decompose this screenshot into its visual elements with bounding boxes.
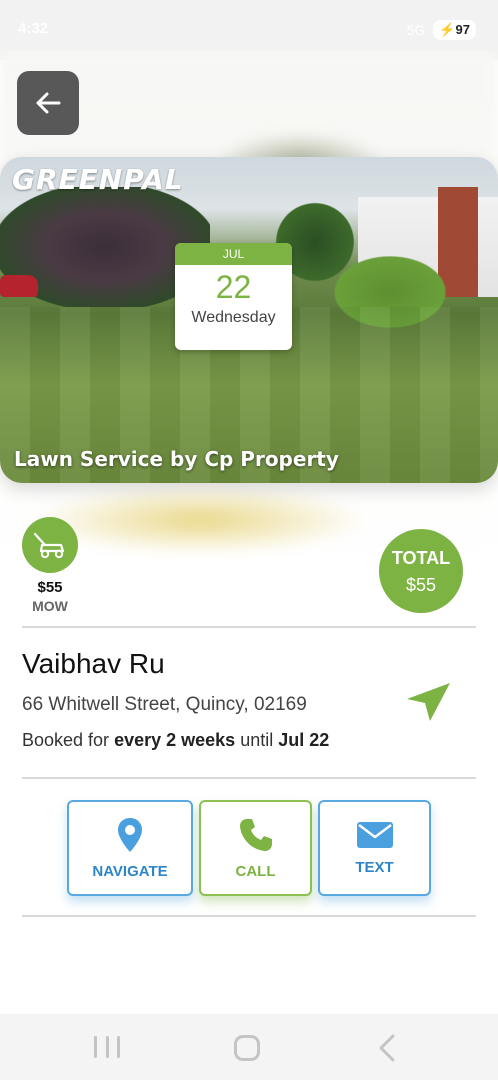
greenpal-logo: GREENPAL <box>12 163 184 196</box>
call-button[interactable]: CALL <box>199 800 312 896</box>
divider <box>22 915 476 917</box>
navigate-label: NAVIGATE <box>92 862 168 880</box>
customer-name: Vaibhav Ru <box>22 648 165 679</box>
back-button[interactable] <box>17 71 79 135</box>
screen: 4:32 5G ⚡97 GREENPAL JUL 22 Wednesday La… <box>0 0 498 1080</box>
recents-icon[interactable] <box>94 1036 120 1058</box>
date-card: JUL 22 Wednesday <box>175 243 292 350</box>
divider <box>22 626 476 628</box>
text-button[interactable]: TEXT <box>318 800 431 896</box>
lawn-mower-icon <box>22 517 78 573</box>
service-caption: Lawn Service by Cp Property <box>14 447 339 471</box>
battery-indicator: ⚡97 <box>433 20 476 40</box>
map-pin-icon <box>118 817 142 852</box>
service-photo-card: GREENPAL JUL 22 Wednesday Lawn Service b… <box>0 157 498 483</box>
booking-schedule: Booked for every 2 weeks until Jul 22 <box>22 730 329 751</box>
booked-frequency: every 2 weeks <box>114 730 236 750</box>
total-badge: TOTAL $55 <box>379 529 463 613</box>
arrow-left-icon <box>36 92 61 114</box>
status-time: 4:32 <box>18 20 49 37</box>
customer-address: 66 Whitwell Street, Quincy, 02169 <box>22 694 307 715</box>
envelope-icon <box>356 821 393 848</box>
divider <box>22 777 476 779</box>
battery-level: 97 <box>455 22 470 37</box>
total-label: TOTAL <box>391 548 451 568</box>
text-label: TEXT <box>355 858 394 876</box>
phone-icon <box>239 818 272 851</box>
service-price: $55 <box>37 579 63 596</box>
total-value: $55 <box>405 575 437 595</box>
network-indicator: 5G <box>406 22 426 38</box>
action-buttons: NAVIGATE CALL TEXT <box>67 800 431 896</box>
booked-prefix: Booked for <box>22 730 110 750</box>
navigation-arrow-icon[interactable] <box>405 682 451 722</box>
booked-until-word: until <box>240 730 274 750</box>
date-weekday: Wednesday <box>191 309 276 326</box>
call-label: CALL <box>235 862 276 880</box>
back-chevron-icon[interactable] <box>376 1034 398 1062</box>
home-icon[interactable] <box>234 1035 260 1061</box>
service-name: MOW <box>32 598 68 614</box>
service-mow: $55 MOW <box>22 517 78 614</box>
date-day: 22 <box>215 269 252 305</box>
date-month: JUL <box>175 243 292 265</box>
navigate-button[interactable]: NAVIGATE <box>67 800 193 896</box>
booked-until-date: Jul 22 <box>278 730 330 750</box>
system-nav-bar <box>0 1014 498 1080</box>
